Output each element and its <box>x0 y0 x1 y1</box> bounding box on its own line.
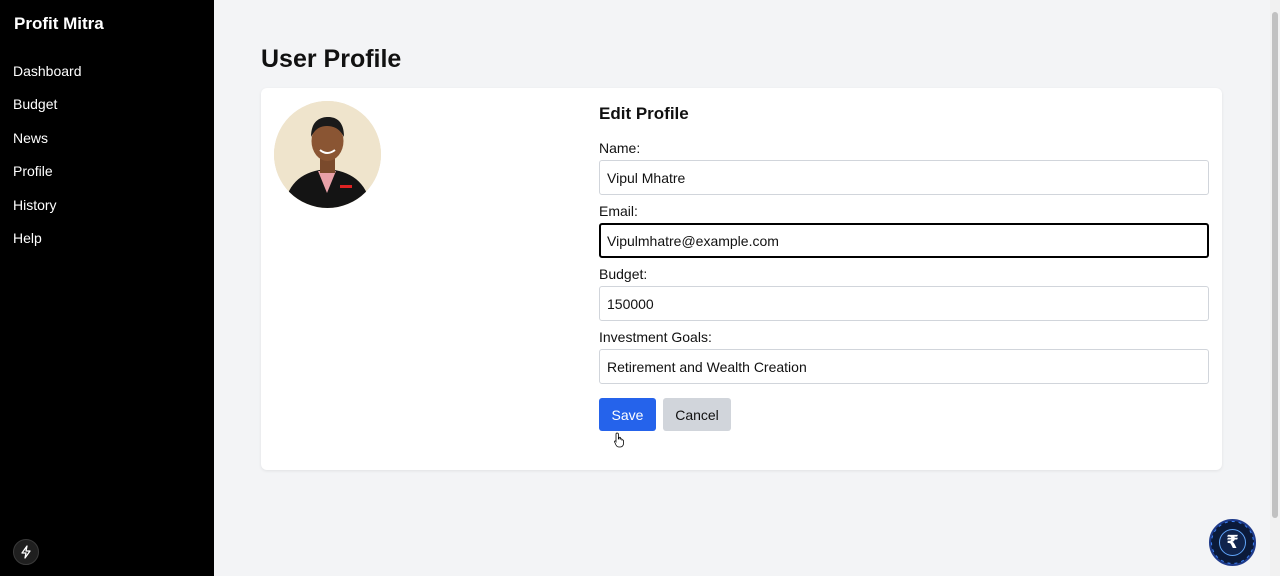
lightning-glyph <box>21 545 31 559</box>
sidebar-item-news[interactable]: News <box>13 129 82 162</box>
lightning-icon[interactable] <box>13 539 39 565</box>
sidebar-item-dashboard[interactable]: Dashboard <box>13 62 82 95</box>
save-button[interactable]: Save <box>599 398 656 431</box>
investment-goals-label: Investment Goals: <box>599 329 712 345</box>
sidebar-item-budget[interactable]: Budget <box>13 95 82 128</box>
rupee-icon: ₹ <box>1226 532 1239 552</box>
sidebar-item-profile[interactable]: Profile <box>13 162 82 195</box>
brand-title: Profit Mitra <box>14 14 104 33</box>
form-actions: Save Cancel <box>599 398 1209 431</box>
email-label: Email: <box>599 203 638 219</box>
email-field[interactable] <box>599 223 1209 258</box>
profile-photo-icon <box>274 101 381 208</box>
edit-profile-form: Edit Profile Name: Email: Budget: Invest… <box>599 104 1209 431</box>
sidebar-item-help[interactable]: Help <box>13 229 82 262</box>
profile-card: Edit Profile Name: Email: Budget: Invest… <box>261 88 1222 470</box>
cancel-button[interactable]: Cancel <box>663 398 731 431</box>
form-title: Edit Profile <box>599 104 689 123</box>
rupee-chat-button[interactable]: ₹ <box>1209 519 1256 566</box>
sidebar-nav: Dashboard Budget News Profile History He… <box>13 62 82 262</box>
sidebar-item-history[interactable]: History <box>13 196 82 229</box>
scrollbar-thumb[interactable] <box>1272 12 1278 518</box>
sidebar: Profit Mitra Dashboard Budget News Profi… <box>0 0 214 576</box>
page-title: User Profile <box>261 45 402 73</box>
hand-cursor-icon <box>614 432 624 448</box>
budget-label: Budget: <box>599 266 648 282</box>
name-label: Name: <box>599 140 641 156</box>
avatar <box>274 101 381 208</box>
investment-goals-field[interactable] <box>599 349 1209 384</box>
budget-field[interactable] <box>599 286 1209 321</box>
page-scrollbar[interactable] <box>1270 0 1280 576</box>
name-field[interactable] <box>599 160 1209 195</box>
main-content: User Profile Edit Profile Name: Email: B… <box>214 0 1270 576</box>
